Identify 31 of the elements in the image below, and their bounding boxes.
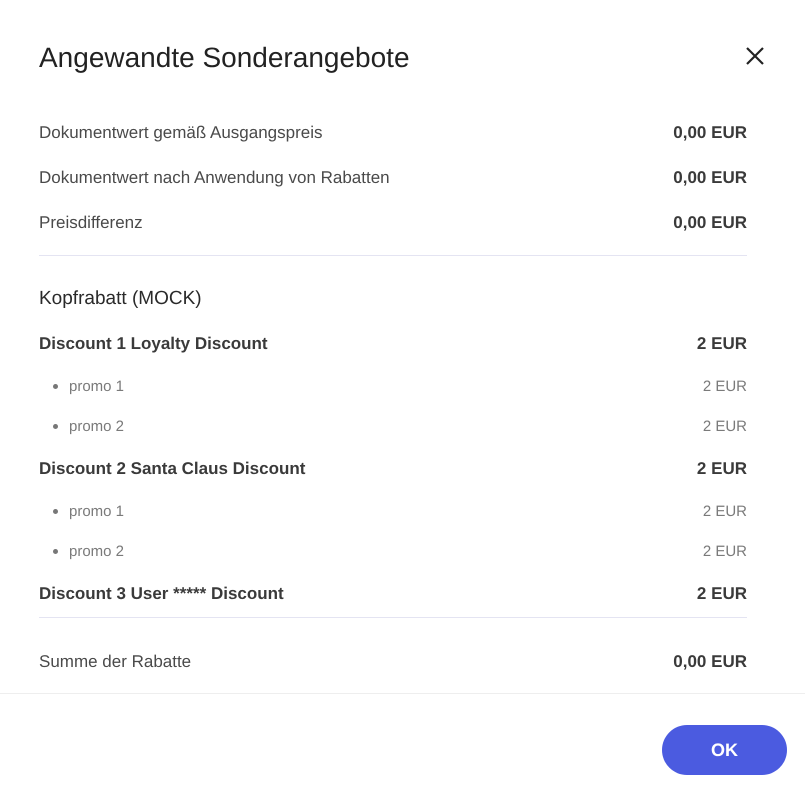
close-icon [746,47,764,65]
bullet-icon [53,548,58,554]
promo-name: promo 2 [69,418,124,434]
discount-amount: 2 EUR [696,334,747,354]
bullet-icon [53,424,58,428]
discount-amount: 2 EUR [696,458,747,478]
discount-name: Discount 2 Santa Claus Discount [39,458,306,478]
promo-amount: 2 EUR [702,542,747,560]
discount-name: Discount 1 Loyalty Discount [39,334,268,354]
close-button[interactable] [745,46,765,66]
promo-amount: 2 EUR [702,502,747,520]
summary-value: 0,00 EUR [673,212,747,232]
section-title: Kopfrabatt (MOCK) [39,286,203,310]
ok-button[interactable]: OK [662,725,787,775]
discount-name: Discount 3 User ***** Discount [39,584,284,604]
discount-amount: 2 EUR [696,584,747,604]
summary-value: 0,00 EUR [673,122,747,142]
promo-amount: 2 EUR [702,418,747,434]
bullet-icon [53,384,58,388]
summary-label: Dokumentwert nach Anwendung von Rabatten [39,168,390,188]
promo-name: promo 1 [69,502,124,520]
total-label: Summe der Rabatte [39,652,192,672]
summary-label: Dokumentwert gemäß Ausgangspreis [39,122,322,142]
promo-amount: 2 EUR [702,378,747,394]
promo-name: promo 2 [69,542,124,560]
dialog-title: Angewandte Sonderangebote [39,41,410,75]
summary-label: Preisdifferenz [39,212,143,232]
promo-name: promo 1 [69,378,124,394]
bullet-icon [53,508,58,514]
total-value: 0,00 EUR [673,652,747,672]
summary-value: 0,00 EUR [673,168,747,188]
